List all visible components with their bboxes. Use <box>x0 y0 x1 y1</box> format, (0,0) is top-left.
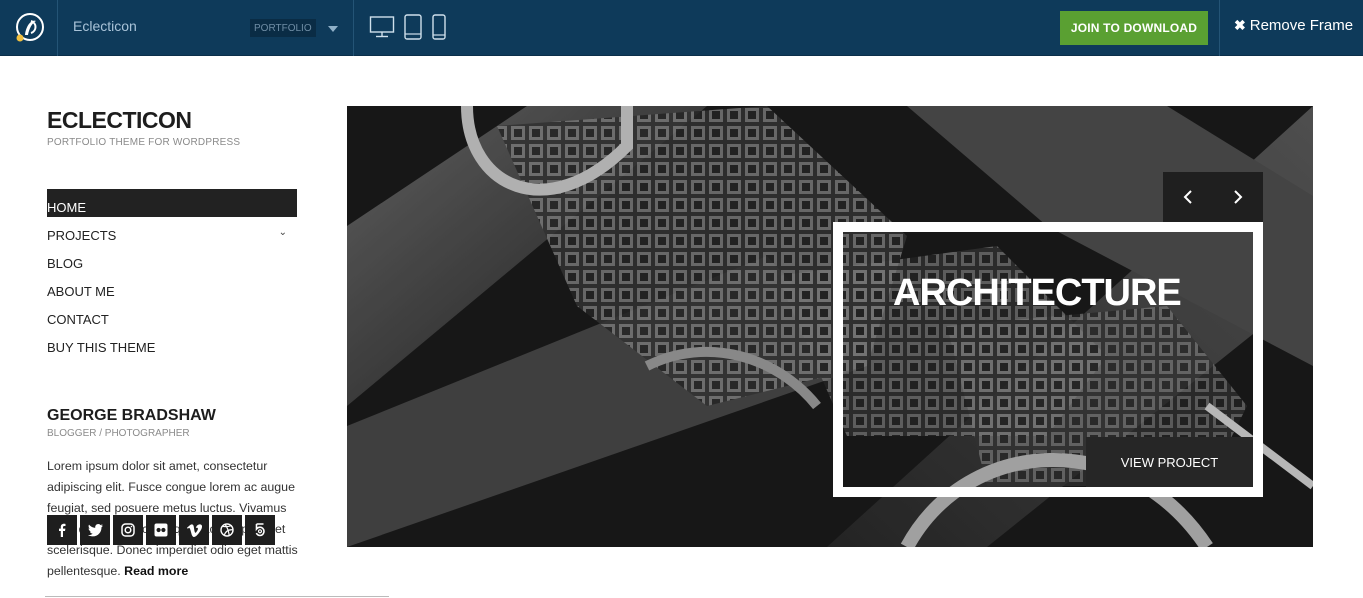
chevron-down-icon[interactable]: ⌄ <box>279 227 287 238</box>
nav-item-home[interactable]: HOME <box>47 189 297 217</box>
brush-logo-icon[interactable] <box>0 0 58 56</box>
instagram-icon[interactable] <box>113 515 143 545</box>
divider <box>353 0 354 56</box>
vimeo-icon[interactable] <box>179 515 209 545</box>
author-role: BLOGGER / PHOTOGRAPHER <box>47 428 190 439</box>
desktop-icon[interactable] <box>369 14 395 45</box>
facebook-icon[interactable] <box>47 515 77 545</box>
main-nav: HOME PROJECTS ⌄ BLOG ABOUT ME CONTACT BUY… <box>47 189 297 357</box>
twitter-icon[interactable] <box>80 515 110 545</box>
chevron-left-icon[interactable] <box>1163 172 1213 222</box>
site-name: Eclecticon <box>73 18 137 34</box>
social-links <box>47 515 275 545</box>
chevron-right-icon[interactable] <box>1213 172 1263 222</box>
nav-label: HOME <box>47 200 86 215</box>
join-to-download-button[interactable]: JOIN TO DOWNLOAD <box>1060 11 1208 45</box>
mobile-icon[interactable] <box>431 14 447 45</box>
slide-caption-frame: ARCHITECTURE VIEW PROJECT <box>833 222 1263 497</box>
remove-frame-label: Remove Frame <box>1249 17 1354 34</box>
divider <box>1219 0 1220 56</box>
nav-label: PROJECTS <box>47 228 117 243</box>
500px-icon[interactable] <box>245 515 275 545</box>
hero-slider[interactable]: ARCHITECTURE VIEW PROJECT <box>347 106 1313 547</box>
nav-label: BUY THIS THEME <box>47 340 156 355</box>
read-more-link[interactable]: Read more <box>124 564 188 578</box>
view-project-button[interactable]: VIEW PROJECT <box>1086 437 1253 487</box>
slider-arrows <box>1163 172 1263 222</box>
site-brand[interactable]: ECLECTICON <box>47 107 192 134</box>
dribbble-icon[interactable] <box>212 515 242 545</box>
tablet-icon[interactable] <box>403 14 423 45</box>
slide-title: ARCHITECTURE <box>893 272 1182 314</box>
category-badge: PORTFOLIO <box>250 19 316 37</box>
chevron-down-icon[interactable] <box>328 26 338 32</box>
preview-topbar: Eclecticon PORTFOLIO JOIN TO DOWNLOAD ✖ … <box>0 0 1363 56</box>
author-name: GEORGE BRADSHAW <box>47 407 216 424</box>
close-icon: ✖ <box>1234 17 1246 33</box>
flickr-icon[interactable] <box>146 515 176 545</box>
nav-item-projects[interactable]: PROJECTS ⌄ <box>47 217 297 245</box>
site-tagline: PORTFOLIO THEME FOR WORDPRESS <box>47 137 241 148</box>
remove-frame-button[interactable]: ✖ Remove Frame <box>1234 17 1353 34</box>
nav-item-blog[interactable]: BLOG <box>47 245 297 273</box>
nav-label: ABOUT ME <box>47 284 115 299</box>
divider <box>45 596 389 597</box>
nav-item-about-me[interactable]: ABOUT ME <box>47 273 297 301</box>
nav-label: CONTACT <box>47 312 109 327</box>
nav-label: BLOG <box>47 256 84 271</box>
nav-item-buy-this-theme[interactable]: BUY THIS THEME <box>47 329 297 357</box>
nav-item-contact[interactable]: CONTACT <box>47 301 297 329</box>
